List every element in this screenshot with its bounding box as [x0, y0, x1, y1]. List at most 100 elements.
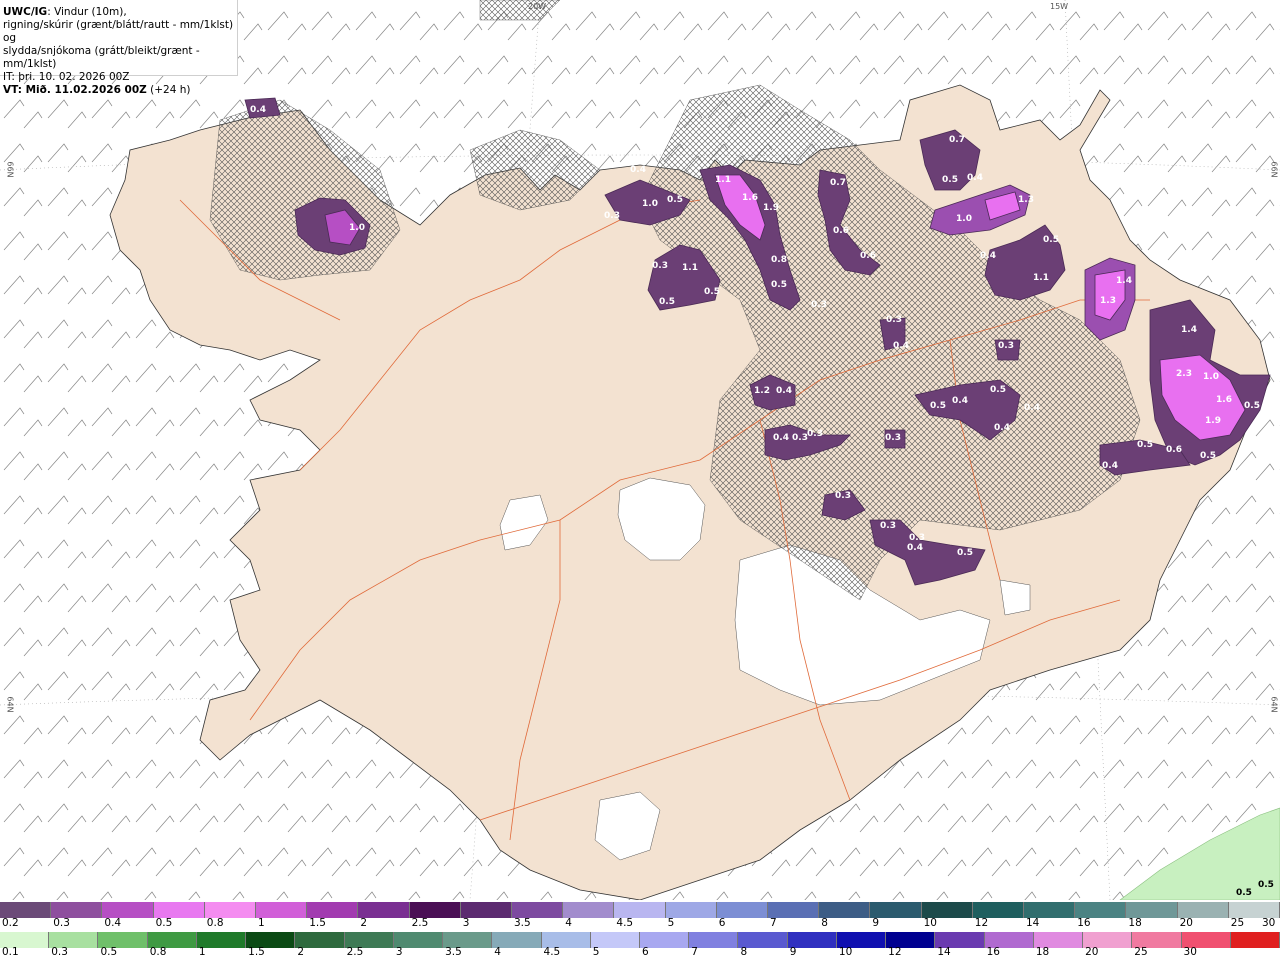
legend-swatch: [665, 902, 717, 918]
legend-label: 9: [789, 946, 797, 958]
precip-value-label: 0.5: [942, 175, 958, 185]
grid-label-64n-right: 64N: [1269, 696, 1279, 713]
precip-value-label: 0.3: [835, 491, 851, 501]
legend-swatch: [1075, 902, 1127, 918]
legend-swatch: [716, 902, 768, 918]
title-text: : Vindur (10m),: [47, 6, 127, 18]
legend-swatch: [512, 902, 564, 918]
precip-value-label: 0.5: [659, 297, 675, 307]
precip-value-label: 0.4: [773, 433, 789, 443]
grid-label-66n-left: 66N: [5, 161, 15, 178]
legend-label: 18: [1035, 946, 1050, 958]
precip-value-label: 1.3: [1100, 296, 1116, 306]
legend-label: 20: [1179, 917, 1193, 929]
precip-value-label: 0.5: [1244, 401, 1260, 411]
legend-label: 2: [297, 946, 305, 958]
subtitle-line-3: slydda/snjókoma (grátt/bleikt/grænt - mm…: [3, 45, 200, 70]
legend-swatch: [614, 902, 666, 918]
legend-label: 0.5: [155, 917, 173, 929]
precip-value-label: 0.4: [250, 105, 266, 115]
legend-label: 2.5: [346, 946, 364, 958]
legend-label: 4.5: [543, 946, 561, 958]
legend-label: 1: [258, 917, 265, 929]
precip-value-label: 0.5: [990, 385, 1006, 395]
legend-label: 1: [198, 946, 206, 958]
lead-time: (+24 h): [146, 84, 191, 96]
precip-value-label: 1.1: [715, 175, 731, 185]
grid-label-15w: 15W: [1050, 2, 1069, 11]
precip-value-label: 1.1: [682, 263, 698, 273]
colour-legend: 0.2 0.3 0.4 0.5 0.8 1 1.5 2 2.5 3 3.5 4 4.5 5 6 7 8 9 10 12…: [0, 902, 1280, 960]
precip-value-label: 0.6: [1166, 445, 1182, 455]
legend-label: 30: [1183, 946, 1197, 958]
legend-swatch: [51, 902, 103, 918]
precip-value-label: 1.1: [1033, 273, 1049, 283]
precip-value-label: 0.3: [792, 433, 808, 443]
legend-swatch: [204, 902, 256, 918]
legend-label: 20: [1085, 946, 1099, 958]
legend-label: 0.1: [2, 946, 19, 958]
legend-snow-row: 0.2 0.3 0.4 0.5 0.8 1 1.5 2 2.5 3 3.5 4 4.5 5 6 7 8 9 10 12…: [0, 902, 1280, 929]
precip-value-label: 0.5: [957, 548, 973, 558]
precip-value-label: 0.4: [776, 386, 792, 396]
init-time: IT: þri. 10. 02. 2026 00Z: [3, 71, 130, 83]
precip-value-label: 0.3: [880, 521, 896, 531]
legend-label: 7: [770, 917, 777, 929]
precip-value-label: 1.0: [956, 214, 972, 224]
grid-label-20w: 20W: [528, 2, 547, 11]
legend-label: 4.5: [616, 917, 634, 929]
precip-value-label: 1.0: [642, 199, 658, 209]
precip-value-label: 0.3: [885, 433, 901, 443]
map-info-box: UWC/IG: Vindur (10m), rigning/skúrir (gr…: [0, 0, 238, 96]
legend-swatch: [972, 902, 1024, 918]
legend-label: 14: [937, 946, 951, 958]
legend-label: 0.8: [149, 946, 167, 958]
precip-value-label: 1.6: [1216, 395, 1232, 405]
precip-value-label: 0.4: [1102, 461, 1118, 471]
legend-label: 0.3: [53, 917, 70, 929]
legend-label: 25: [1230, 917, 1245, 929]
precip-value-label: 1.9: [763, 203, 779, 213]
legend-swatch: [256, 902, 308, 918]
precip-value-label: 0.4: [907, 543, 923, 553]
precip-value-label: 0.4: [980, 251, 996, 261]
legend-swatch: [1230, 932, 1280, 948]
legend-label: 16: [986, 946, 1000, 958]
legend-swatch: [1126, 902, 1178, 918]
legend-swatch: [102, 902, 154, 918]
legend-label: 6: [642, 946, 649, 958]
legend-swatch: [921, 902, 973, 918]
precip-value-label: 0.3: [886, 315, 902, 325]
precip-value-label: 0.3: [998, 341, 1014, 351]
precip-value-label: 0.5: [1137, 440, 1153, 450]
legend-label: 10: [923, 917, 937, 929]
valid-time: VT: Mið. 11.02.2026 00Z: [3, 84, 147, 96]
grid-label-66n-right: 66N: [1269, 161, 1279, 178]
legend-swatch: [460, 902, 512, 918]
legend-swatch: [870, 902, 922, 918]
legend-label: 4: [565, 917, 572, 929]
legend-label: 0.5: [100, 946, 118, 958]
legend-label: 16: [1077, 917, 1091, 929]
precip-value-label: 0.5: [1200, 451, 1216, 461]
precip-value-label: 0.4: [967, 173, 983, 183]
precip-value-label: 1.4: [1181, 325, 1197, 335]
legend-label: 3.5: [514, 917, 531, 929]
legend-label: 1.5: [248, 946, 265, 958]
precip-value-label: 1.6: [742, 193, 758, 203]
legend-label: 0.4: [104, 917, 122, 929]
legend-label: 3: [395, 946, 403, 958]
legend-label: 18: [1128, 917, 1142, 929]
corner-label-2: 0.5: [1258, 880, 1274, 890]
precip-value-label: 1.0: [1203, 372, 1219, 382]
legend-label: 5: [667, 917, 675, 929]
precip-value-label: 0.5: [667, 195, 683, 205]
precip-value-label: 2.3: [1176, 369, 1192, 379]
legend-label: 3: [462, 917, 470, 929]
precip-value-label: 1.4: [1116, 276, 1132, 286]
precip-value-label: 0.3: [604, 211, 620, 221]
legend-swatch: [409, 902, 461, 918]
legend-label: 8: [740, 946, 748, 958]
legend-swatch: [563, 902, 615, 918]
weather-map[interactable]: 0.4 1.0 0.4 1.0 0.5 0.3 1.1 1.6 1.9 0.3 1.1 0.5 0.5 0…: [0, 0, 1280, 900]
